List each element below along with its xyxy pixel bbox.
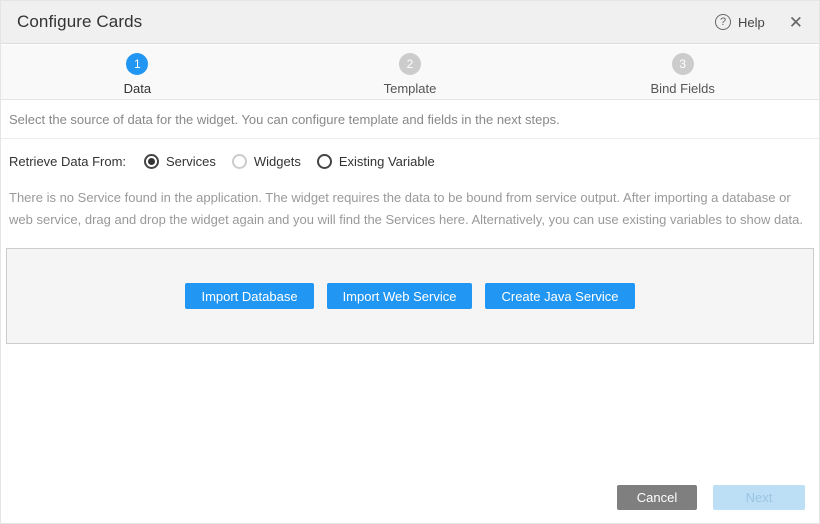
help-button[interactable]: ? Help: [715, 14, 765, 30]
import-web-service-button[interactable]: Import Web Service: [327, 283, 473, 309]
data-source-radio-group: Services Widgets Existing Variable: [144, 154, 435, 169]
no-service-notice: There is no Service found in the applica…: [1, 187, 819, 231]
help-icon[interactable]: ?: [715, 14, 731, 30]
service-actions-panel: Import Database Import Web Service Creat…: [6, 248, 814, 344]
step-template[interactable]: 2 Template: [274, 53, 547, 96]
configure-cards-dialog: Configure Cards ? Help ✕ 1 Data 2 Templa…: [0, 0, 820, 524]
radio-existing-variable-circle[interactable]: [317, 154, 332, 169]
help-label[interactable]: Help: [738, 15, 765, 30]
radio-widgets: Widgets: [232, 154, 301, 169]
step-bind-fields[interactable]: 3 Bind Fields: [546, 53, 819, 96]
next-button[interactable]: Next: [713, 485, 805, 510]
wizard-stepper: 1 Data 2 Template 3 Bind Fields: [1, 45, 819, 100]
page-title: Configure Cards: [17, 12, 142, 32]
step-3-circle[interactable]: 3: [672, 53, 694, 75]
radio-existing-variable-label[interactable]: Existing Variable: [339, 154, 435, 169]
radio-services-label[interactable]: Services: [166, 154, 216, 169]
close-icon[interactable]: ✕: [789, 14, 803, 31]
step-data[interactable]: 1 Data: [1, 53, 274, 96]
step-3-label: Bind Fields: [651, 81, 715, 96]
retrieve-data-label: Retrieve Data From:: [9, 154, 144, 169]
cancel-button[interactable]: Cancel: [617, 485, 697, 510]
description-text: Select the source of data for the widget…: [9, 112, 560, 127]
radio-existing-variable[interactable]: Existing Variable: [317, 154, 435, 169]
import-database-button[interactable]: Import Database: [185, 283, 313, 309]
radio-widgets-circle: [232, 154, 247, 169]
dialog-footer: Cancel Next: [617, 485, 805, 510]
description-row: Select the source of data for the widget…: [1, 101, 819, 139]
step-1-label: Data: [124, 81, 151, 96]
header-actions: ? Help ✕: [715, 14, 803, 31]
step-1-circle[interactable]: 1: [126, 53, 148, 75]
step-2-circle[interactable]: 2: [399, 53, 421, 75]
steps-row: 1 Data 2 Template 3 Bind Fields: [1, 53, 819, 96]
radio-services-circle[interactable]: [144, 154, 159, 169]
create-java-service-button[interactable]: Create Java Service: [485, 283, 634, 309]
step-2-label: Template: [384, 81, 437, 96]
radio-widgets-label: Widgets: [254, 154, 301, 169]
radio-services[interactable]: Services: [144, 154, 216, 169]
dialog-header: Configure Cards ? Help ✕: [1, 1, 819, 44]
retrieve-data-row: Retrieve Data From: Services Widgets Exi…: [1, 147, 819, 175]
